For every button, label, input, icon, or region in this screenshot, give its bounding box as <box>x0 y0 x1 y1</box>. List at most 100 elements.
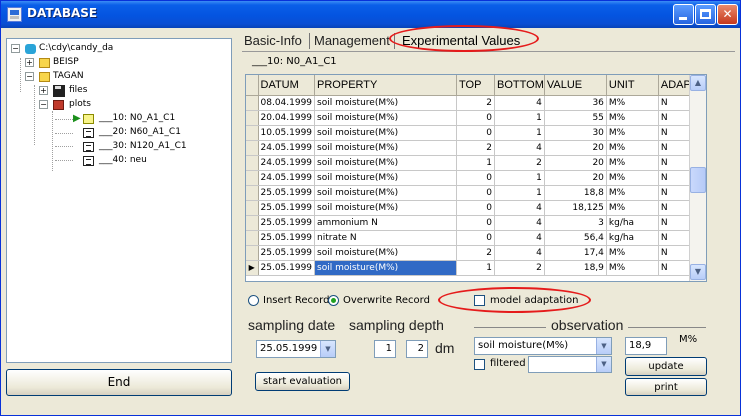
current-row-indicator-icon[interactable]: ▶ <box>246 260 259 276</box>
table-cell[interactable]: 4 <box>494 230 545 246</box>
table-cell[interactable]: soil moisture(M%) <box>314 200 458 216</box>
table-cell[interactable]: 25.05.1999 <box>258 230 316 246</box>
table-cell[interactable]: M% <box>606 170 659 186</box>
minimize-button[interactable] <box>673 4 694 25</box>
table-cell[interactable]: 2 <box>456 95 496 111</box>
overwrite-record-radio[interactable] <box>328 295 339 306</box>
table-cell[interactable]: M% <box>606 110 659 126</box>
table-cell[interactable]: 25.05.1999 <box>258 215 316 231</box>
row-indicator[interactable] <box>246 95 259 111</box>
table-cell[interactable]: 24.05.1999 <box>258 170 316 186</box>
table-cell[interactable]: soil moisture(M%) <box>314 140 458 156</box>
table-cell[interactable]: M% <box>606 125 659 141</box>
column-header[interactable]: TOP <box>456 75 496 96</box>
table-cell[interactable]: 1 <box>456 155 496 171</box>
table-cell[interactable]: 55 <box>544 110 607 126</box>
row-indicator[interactable] <box>246 200 259 216</box>
filtered-checkbox[interactable] <box>474 359 485 370</box>
table-cell[interactable]: M% <box>606 200 659 216</box>
table-cell[interactable]: 4 <box>494 95 545 111</box>
table-cell[interactable]: soil moisture(M%) <box>314 185 458 201</box>
expand-toggle-beisp[interactable]: + <box>25 58 34 67</box>
depth-from-input[interactable]: 1 <box>374 340 396 358</box>
table-row[interactable]: 25.05.1999 soil moisture(M%) 0 4 18,125 M% N <box>246 200 703 216</box>
table-cell[interactable]: soil moisture(M%) <box>314 170 458 186</box>
collapse-toggle-plots[interactable]: − <box>39 100 48 109</box>
row-indicator[interactable] <box>246 155 259 171</box>
table-cell[interactable]: 24.05.1999 <box>258 155 316 171</box>
collapse-toggle-root[interactable]: − <box>11 44 20 53</box>
table-cell[interactable]: M% <box>606 140 659 156</box>
table-cell[interactable]: 1 <box>494 110 545 126</box>
table-cell[interactable]: 2 <box>456 140 496 156</box>
row-indicator[interactable] <box>246 110 259 126</box>
table-cell[interactable]: kg/ha <box>606 230 659 246</box>
table-row[interactable]: 25.05.1999 ammonium N 0 4 3 kg/ha N <box>246 215 703 231</box>
table-cell[interactable]: 2 <box>494 260 545 276</box>
scroll-up-button[interactable]: ▲ <box>690 75 706 91</box>
tree-item-beisp[interactable]: BEISP <box>53 56 79 69</box>
table-cell[interactable]: 25.05.1999 <box>258 185 316 201</box>
tree-item-plot-10[interactable]: ___10: N0_A1_C1 <box>99 112 175 125</box>
table-cell[interactable]: soil moisture(M%) <box>314 110 458 126</box>
collapse-toggle-tagan[interactable]: − <box>25 72 34 81</box>
tree-item-plot-40[interactable]: ___40: neu <box>99 154 147 167</box>
table-cell[interactable]: 1 <box>494 125 545 141</box>
table-cell[interactable]: 18,9 <box>544 260 607 276</box>
table-cell[interactable]: 36 <box>544 95 607 111</box>
table-cell[interactable]: 20 <box>544 155 607 171</box>
row-indicator[interactable] <box>246 140 259 156</box>
table-cell[interactable]: 1 <box>456 260 496 276</box>
tree-item-plots[interactable]: plots <box>69 98 91 111</box>
chevron-down-icon[interactable]: ▼ <box>596 338 611 354</box>
table-cell[interactable]: 17,4 <box>544 245 607 261</box>
table-cell[interactable]: 56,4 <box>544 230 607 246</box>
observation-value-input[interactable]: 18,9 <box>625 337 667 355</box>
table-cell[interactable]: 4 <box>494 215 545 231</box>
column-header[interactable]: VALUE <box>544 75 607 96</box>
table-cell[interactable]: 20 <box>544 140 607 156</box>
table-row[interactable]: 25.05.1999 nitrate N 0 4 56,4 kg/ha N <box>246 230 703 246</box>
tree-item-files[interactable]: files <box>69 84 87 97</box>
table-cell[interactable]: soil moisture(M%) <box>314 155 458 171</box>
row-indicator[interactable] <box>246 215 259 231</box>
column-header[interactable]: DATUM <box>258 75 316 96</box>
table-row[interactable]: 10.05.1999 soil moisture(M%) 0 1 30 M% N <box>246 125 703 141</box>
table-cell[interactable]: 0 <box>456 200 496 216</box>
table-cell[interactable]: kg/ha <box>606 215 659 231</box>
tree-item-plot-20[interactable]: ___20: N60_A1_C1 <box>99 126 181 139</box>
print-button[interactable]: print <box>625 378 707 396</box>
title-bar[interactable]: DATABASE ✕ <box>1 1 740 28</box>
table-cell[interactable]: M% <box>606 95 659 111</box>
table-row[interactable]: 24.05.1999 soil moisture(M%) 1 2 20 M% N <box>246 155 703 171</box>
table-cell[interactable]: M% <box>606 155 659 171</box>
table-row[interactable]: 24.05.1999 soil moisture(M%) 2 4 20 M% N <box>246 140 703 156</box>
row-indicator[interactable] <box>246 230 259 246</box>
table-cell[interactable]: M% <box>606 185 659 201</box>
table-cell[interactable]: 25.05.1999 <box>258 245 316 261</box>
table-cell[interactable]: 25.05.1999 <box>258 200 316 216</box>
table-cell[interactable]: 1 <box>494 170 545 186</box>
chevron-down-icon[interactable]: ▼ <box>596 357 611 372</box>
expand-toggle-files[interactable]: + <box>39 86 48 95</box>
depth-to-input[interactable]: 2 <box>406 340 428 358</box>
tree-item-root[interactable]: C:\cdy\candy_da <box>39 42 113 55</box>
table-cell[interactable]: 18,8 <box>544 185 607 201</box>
table-cell[interactable]: soil moisture(M%) <box>314 95 458 111</box>
table-cell[interactable]: 2 <box>494 155 545 171</box>
column-header[interactable]: BOTTOM <box>494 75 545 96</box>
table-cell[interactable]: 08.04.1999 <box>258 95 316 111</box>
insert-record-radio[interactable] <box>248 295 259 306</box>
table-cell[interactable]: 3 <box>544 215 607 231</box>
row-indicator[interactable] <box>246 185 259 201</box>
tree-item-tagan[interactable]: TAGAN <box>53 70 84 83</box>
table-cell[interactable]: ammonium N <box>314 215 458 231</box>
table-cell[interactable]: soil moisture(M%) <box>314 245 458 261</box>
table-cell[interactable]: 0 <box>456 170 496 186</box>
table-cell[interactable]: 4 <box>494 245 545 261</box>
close-button[interactable]: ✕ <box>717 4 738 25</box>
table-row[interactable]: 24.05.1999 soil moisture(M%) 0 1 20 M% N <box>246 170 703 186</box>
update-button[interactable]: update <box>625 357 707 376</box>
maximize-button[interactable] <box>695 4 716 25</box>
grid-vertical-scrollbar[interactable]: ▲ ▼ <box>689 75 706 281</box>
